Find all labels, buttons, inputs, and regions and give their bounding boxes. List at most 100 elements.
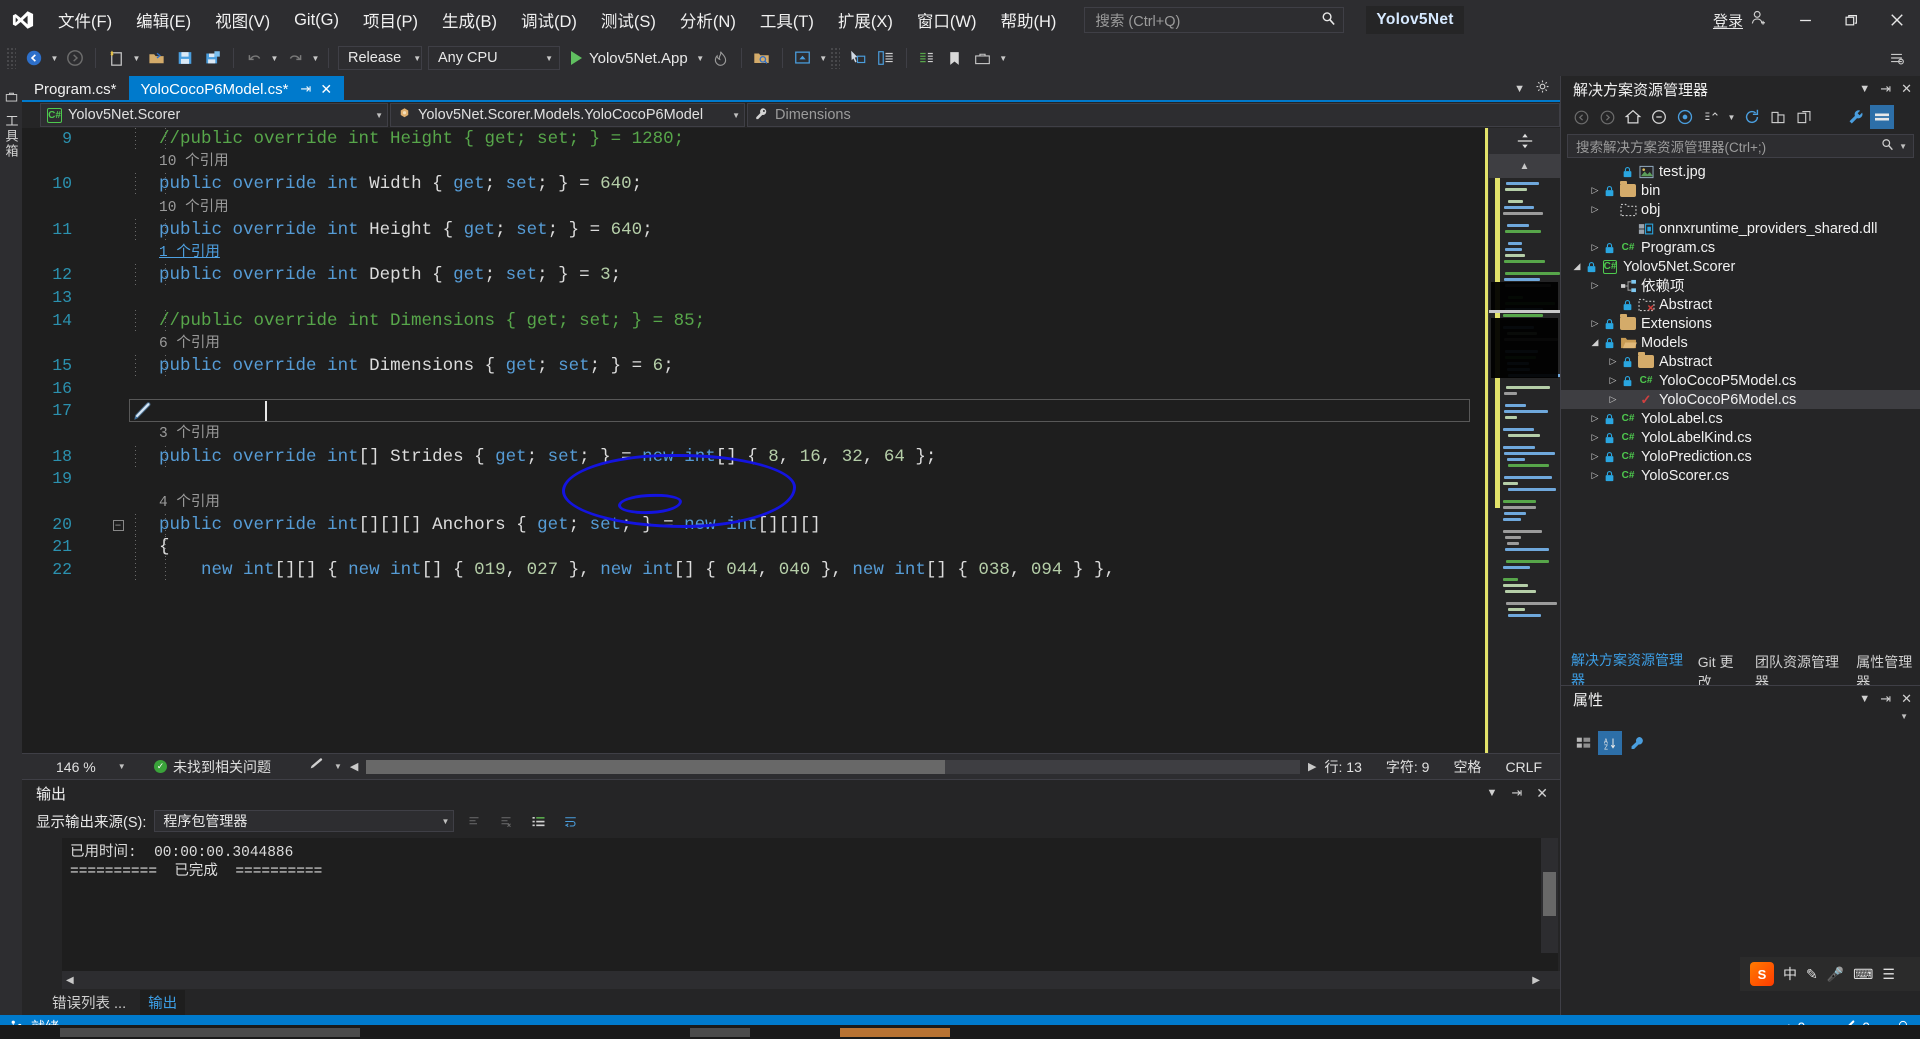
issue-status[interactable]: 未找到相关问题 <box>142 757 271 777</box>
close-button[interactable] <box>1874 0 1920 40</box>
menu-file[interactable]: 文件(F) <box>46 0 124 40</box>
minimap-content[interactable] <box>1489 178 1560 753</box>
menu-extensions[interactable]: 扩展(X) <box>826 0 905 40</box>
close-icon[interactable]: ✕ <box>1536 785 1548 802</box>
tree-item[interactable]: ◢ C# Yolov5Net.Scorer <box>1561 257 1920 276</box>
fold-margin[interactable]: – <box>107 519 129 531</box>
output-vertical-scrollbar[interactable] <box>1541 838 1558 953</box>
sogou-ime-logo-icon[interactable]: S <box>1750 962 1774 986</box>
toolbox-rail[interactable]: 工具箱 <box>0 76 22 1015</box>
code-line[interactable]: 12 public override int Depth { get; set; … <box>22 264 1488 287</box>
split-nav-icon[interactable] <box>1489 128 1560 154</box>
output-text-area[interactable]: 已用时间: 00:00:00.3044886 ========== 已完成 ==… <box>62 838 1558 971</box>
back-icon[interactable] <box>1569 105 1593 129</box>
menu-view[interactable]: 视图(V) <box>203 0 282 40</box>
forward-icon[interactable] <box>1595 105 1619 129</box>
toolbox-icon[interactable] <box>969 45 997 71</box>
pin-icon[interactable]: ⇥ <box>1511 785 1522 801</box>
codelens-reference-count[interactable]: 3 个引用 <box>159 426 220 442</box>
chevron-right-icon[interactable]: ▷ <box>1587 185 1603 196</box>
editor-minimap[interactable]: ▲ <box>1488 128 1560 753</box>
pointer-select-icon[interactable] <box>844 45 872 71</box>
zoom-combobox[interactable]: 146 % ▼ <box>22 759 142 775</box>
output-list-icon[interactable] <box>526 810 550 832</box>
refresh-view-icon[interactable] <box>1740 105 1764 129</box>
toolbar-overflow[interactable]: ▼ <box>997 45 1010 71</box>
code-text[interactable]: public override int Width { get; set; } … <box>129 173 1488 197</box>
track-changes-icon[interactable] <box>279 758 326 775</box>
code-line[interactable]: 20 – public override int[][][] Anchors { g… <box>22 513 1488 537</box>
code-editor[interactable]: 9 //public override int Height { get; set… <box>22 128 1488 753</box>
code-line[interactable]: 22 new int[][] { new int[] { 019, 027 },… <box>22 559 1488 582</box>
chevron-right-icon[interactable]: ▷ <box>1587 204 1603 215</box>
code-line[interactable]: 14 //public override int Dimensions { get… <box>22 309 1488 333</box>
codelens-reference-count[interactable]: 1 个引用 <box>159 245 220 261</box>
code-line[interactable]: 21 { <box>22 536 1488 560</box>
chevron-right-icon[interactable]: ▷ <box>1587 280 1603 291</box>
alphabetical-icon[interactable]: AZ <box>1598 731 1622 755</box>
code-text[interactable]: //public override int Height { get; set;… <box>129 128 1488 151</box>
close-tab-icon[interactable]: ✕ <box>320 81 332 98</box>
chevron-down-icon[interactable]: ▼ <box>1725 104 1738 130</box>
pin-icon[interactable]: ⇥ <box>1880 691 1891 707</box>
chevron-right-icon[interactable]: ▷ <box>1587 242 1603 253</box>
toggle-wordwrap-icon[interactable] <box>558 810 582 832</box>
code-line[interactable]: 19 <box>22 468 1488 491</box>
menu-tools[interactable]: 工具(T) <box>748 0 826 40</box>
ime-mode-chinese[interactable]: 中 <box>1783 964 1797 984</box>
tree-item[interactable]: ▷ C# Program.cs <box>1561 238 1920 257</box>
ime-punctuation-icon[interactable]: ✎ <box>1806 966 1818 983</box>
chevron-down-icon[interactable]: ◢ <box>1569 261 1585 272</box>
output-source-combobox[interactable]: 程序包管理器 ▼ <box>154 810 455 832</box>
toolbar-options-icon[interactable] <box>1882 45 1910 71</box>
show-all-files-icon[interactable] <box>1647 105 1671 129</box>
redo-dropdown[interactable]: ▼ <box>309 45 322 71</box>
tab-yolococop6model-cs[interactable]: YoloCocoP6Model.cs* ⇥ ✕ <box>128 76 345 102</box>
collapse-all-icon[interactable] <box>1699 105 1723 129</box>
tree-item[interactable]: ▷ C# YoloCocoP5Model.cs <box>1561 371 1920 390</box>
codelens-reference-count[interactable]: 10 个引用 <box>159 200 229 216</box>
preview-icon[interactable] <box>789 45 817 71</box>
platform-combobox[interactable]: Any CPU ▼ <box>428 46 560 70</box>
start-target-dropdown[interactable]: ▼ <box>694 45 707 71</box>
save-icon[interactable] <box>171 45 199 71</box>
pin-icon[interactable]: ⇥ <box>1880 81 1891 97</box>
window-layout-icon[interactable] <box>872 45 900 71</box>
navbar-project-dropdown[interactable]: C# Yolov5Net.Scorer ▼ <box>40 103 388 127</box>
tree-item[interactable]: ▷ 依赖项 <box>1561 276 1920 295</box>
scroll-right-button[interactable]: ▶ <box>1512 975 1560 986</box>
new-item-dropdown[interactable]: ▼ <box>130 45 143 71</box>
codelens-reference-count[interactable]: 6 个引用 <box>159 336 220 352</box>
editor-horizontal-scrollbar[interactable] <box>366 759 1301 774</box>
tab-output[interactable]: 输出 <box>140 989 186 1015</box>
code-text[interactable]: public override int Dimensions { get; se… <box>129 354 1488 378</box>
tree-item[interactable]: Abstract <box>1561 295 1920 314</box>
tree-item[interactable]: ◢ Models <box>1561 333 1920 352</box>
code-line[interactable]: 18 public override int[] Strides { get; s… <box>22 445 1488 469</box>
code-line[interactable]: 10 public override int Width { get; set; … <box>22 173 1488 197</box>
chevron-down-icon[interactable]: ◢ <box>1587 337 1603 348</box>
chevron-down-icon[interactable]: ▼ <box>1900 712 1908 728</box>
search-icon[interactable] <box>1881 138 1894 154</box>
configuration-combobox[interactable]: Release ▼ <box>338 46 422 70</box>
code-lines[interactable]: 9 //public override int Height { get; set… <box>22 128 1488 753</box>
wrench-icon[interactable] <box>1844 105 1868 129</box>
chevron-right-icon[interactable]: ▷ <box>1587 413 1603 424</box>
tree-item[interactable]: ▷ bin <box>1561 181 1920 200</box>
chevron-down-icon[interactable]: ▼ <box>1859 693 1870 705</box>
codelens-reference-count[interactable]: 10 个引用 <box>159 154 229 170</box>
navigate-forward-icon[interactable] <box>61 45 89 71</box>
close-icon[interactable]: ✕ <box>1901 81 1912 97</box>
chevron-right-icon[interactable]: ▷ <box>1587 318 1603 329</box>
tree-item[interactable]: ▷ Extensions <box>1561 314 1920 333</box>
tree-item[interactable]: ▷ obj <box>1561 200 1920 219</box>
scrollbar-thumb[interactable] <box>366 759 946 774</box>
code-text[interactable]: public override int Height { get; set; }… <box>129 218 1488 242</box>
quick-search-input[interactable]: 搜索 (Ctrl+Q) <box>1084 7 1345 33</box>
code-text[interactable]: new int[][] { new int[] { 019, 027 }, ne… <box>129 559 1488 582</box>
categorized-icon[interactable] <box>1571 731 1595 755</box>
chevron-down-icon[interactable]: ▼ <box>1894 142 1907 151</box>
redo-icon[interactable] <box>281 45 309 71</box>
menu-help[interactable]: 帮助(H) <box>988 0 1068 40</box>
tree-item[interactable]: ▷ C# YoloScorer.cs <box>1561 466 1920 485</box>
